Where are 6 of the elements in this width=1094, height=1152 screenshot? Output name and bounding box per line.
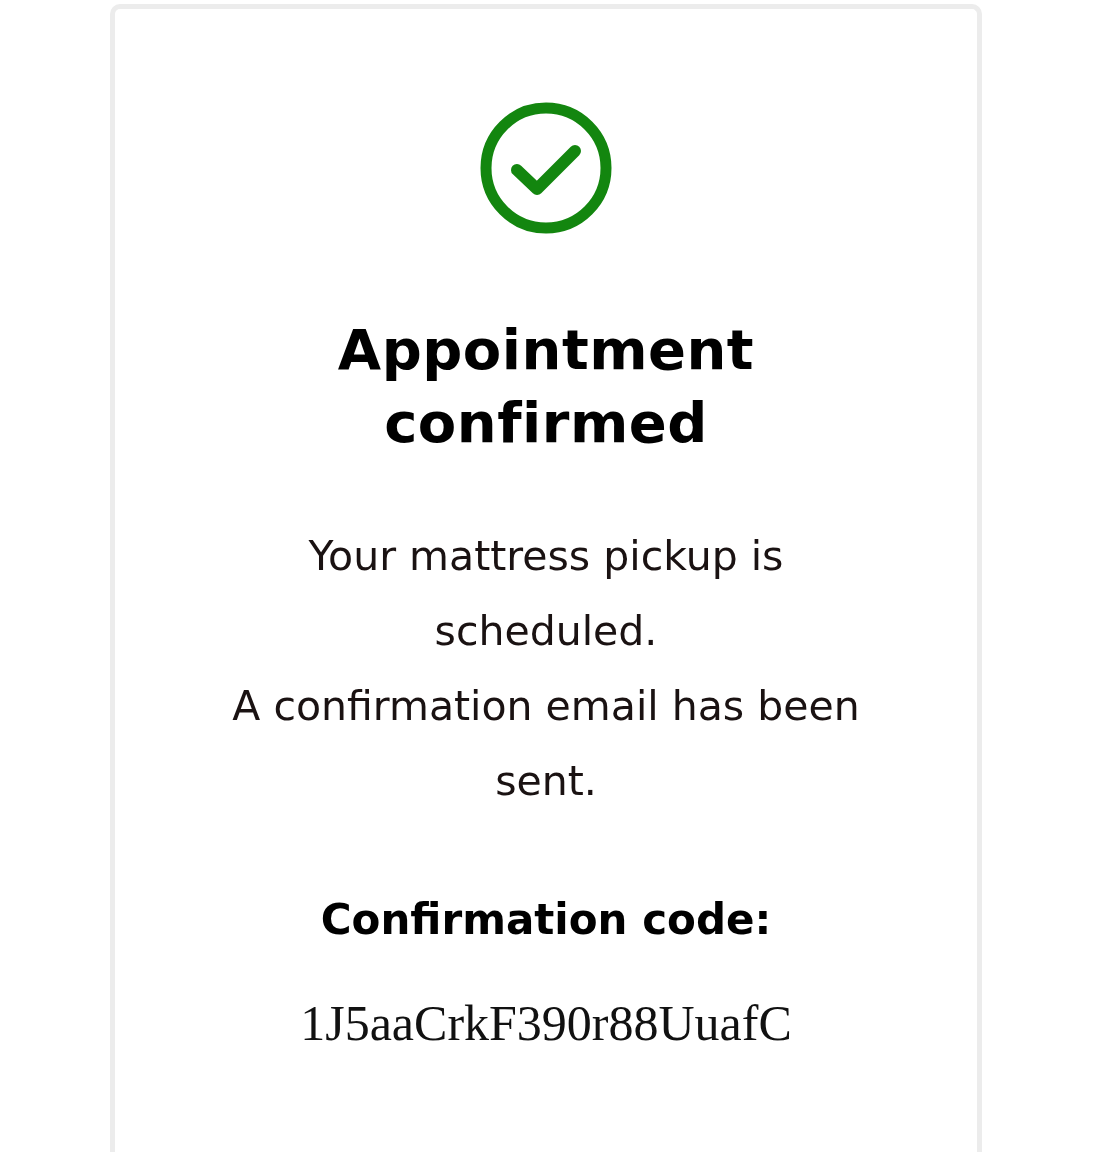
confirmation-message: Your mattress pickup is scheduled. (307, 531, 785, 657)
confirmation-title: Appointment confirmed (336, 316, 756, 457)
check-circle-icon (479, 101, 613, 235)
confirmation-code: 1J5aaCrkF390r88UuafC (300, 994, 792, 1052)
code-label: Confirmation code: (320, 895, 772, 944)
confirmation-message: A confirmation email has been sent. (231, 681, 861, 807)
